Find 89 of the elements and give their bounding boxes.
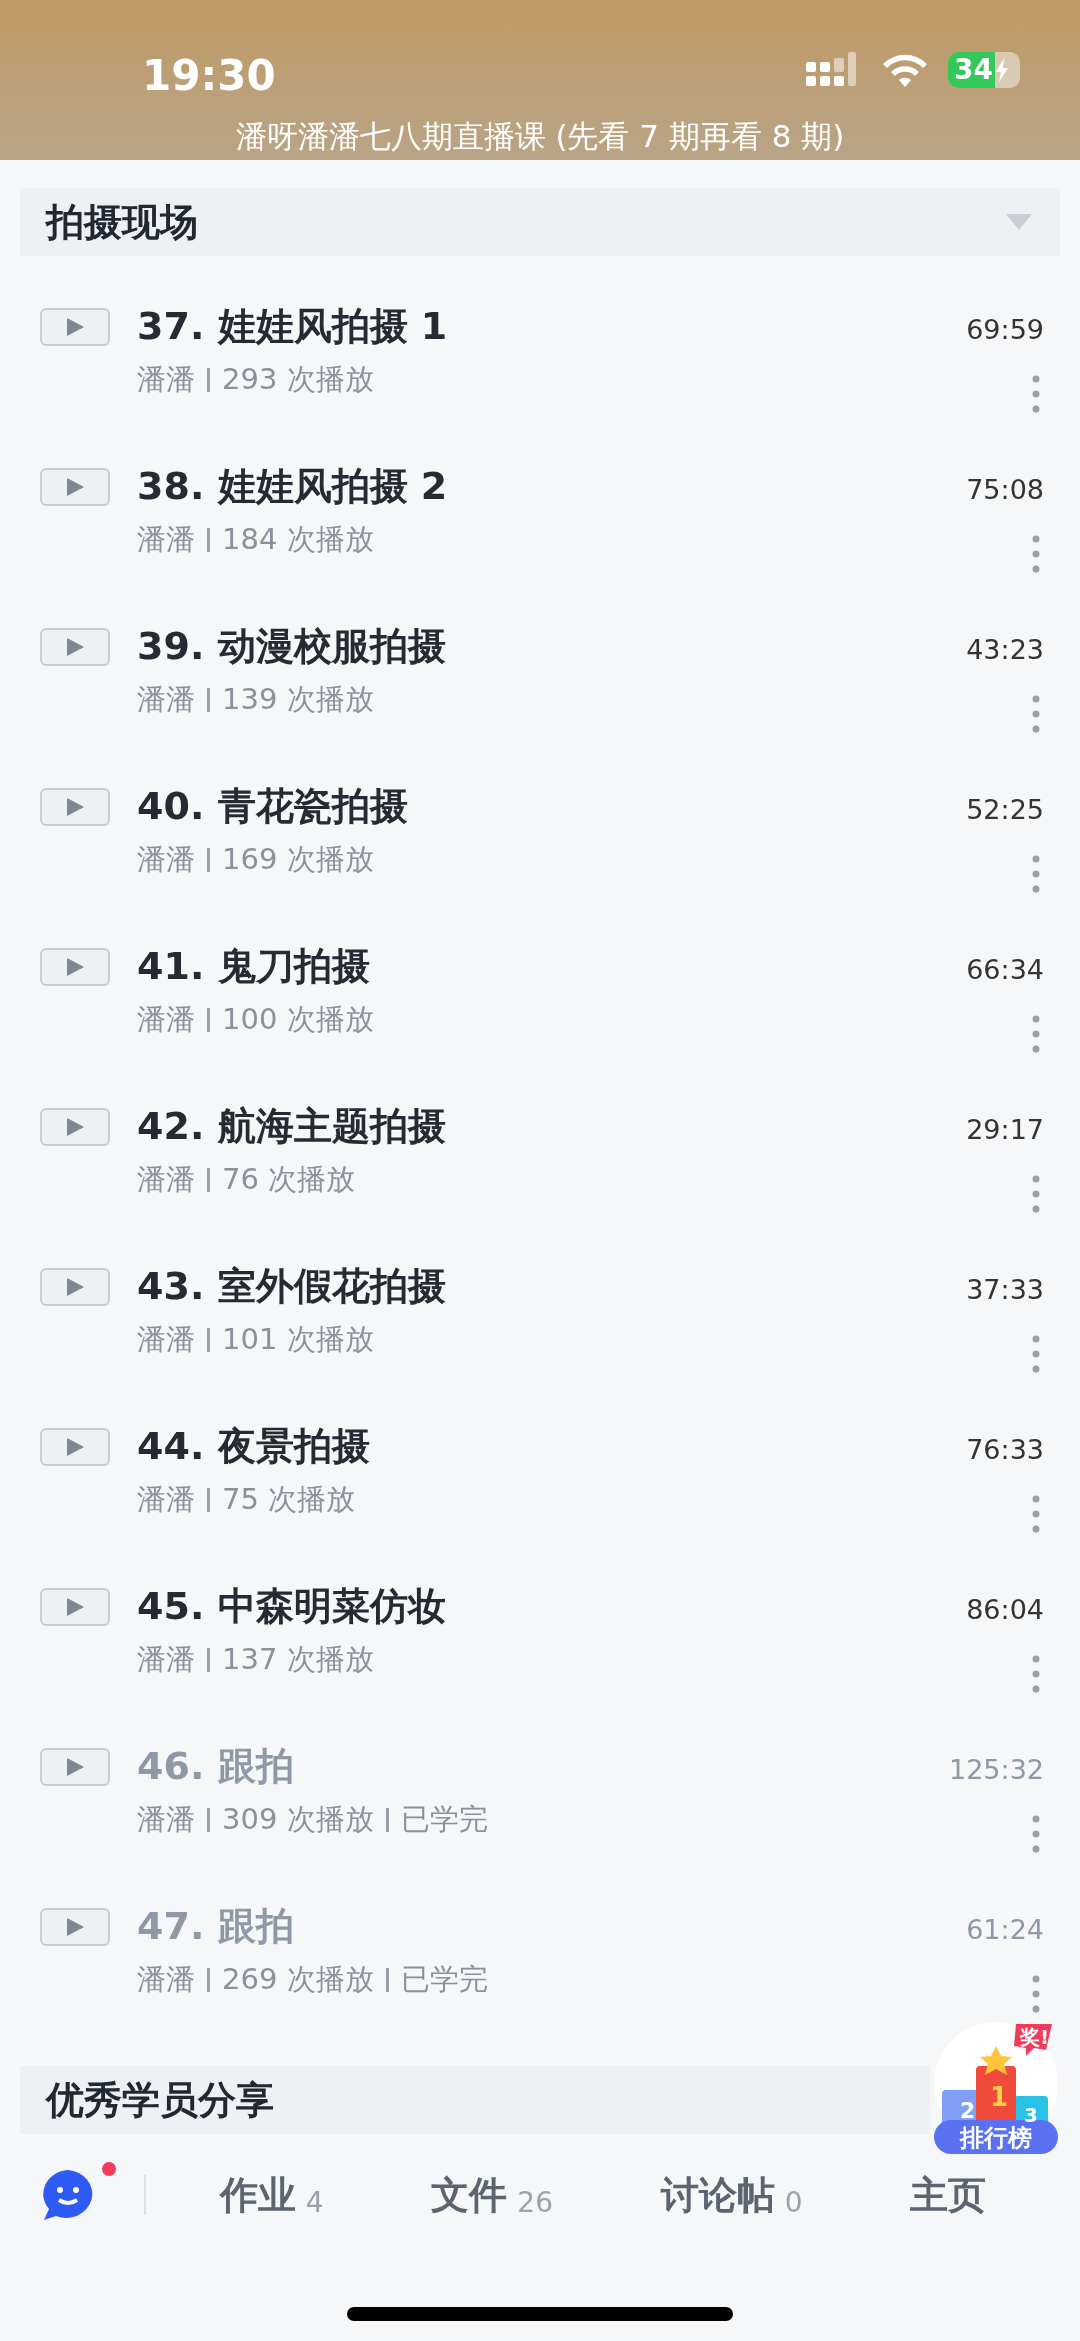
section-title: 优秀学员分享 <box>46 2076 274 2124</box>
lesson-title[interactable]: 44. 夜景拍摄 <box>137 1420 924 1472</box>
play-button[interactable] <box>40 1908 110 1946</box>
play-icon <box>64 796 86 818</box>
play-count: 137 次播放 <box>222 1641 374 1678</box>
lesson-duration: 61:24 <box>966 1913 1044 1947</box>
battery-indicator: 34 <box>948 52 1020 88</box>
more-icon[interactable] <box>1032 1974 1040 2013</box>
lesson-duration: 75:08 <box>966 473 1044 507</box>
lesson-title[interactable]: 42. 航海主题拍摄 <box>137 1100 924 1152</box>
lesson-author: 潘潘 <box>137 1321 195 1358</box>
play-count: 169 次播放 <box>222 841 374 878</box>
play-button[interactable] <box>40 1108 110 1146</box>
lesson-duration: 86:04 <box>966 1593 1044 1627</box>
lesson-author: 潘潘 <box>137 681 195 718</box>
lesson-title[interactable]: 39. 动漫校服拍摄 <box>137 620 924 672</box>
play-icon <box>64 1276 86 1298</box>
play-button[interactable] <box>40 1428 110 1466</box>
wifi-icon <box>882 53 928 87</box>
play-count: 309 次播放 <box>222 1801 374 1838</box>
play-button[interactable] <box>40 1268 110 1306</box>
play-icon <box>64 1756 86 1778</box>
more-icon[interactable] <box>1032 534 1040 573</box>
course-title: 潘呀潘潘七八期直播课 (先看 7 期再看 8 期) <box>234 117 846 156</box>
play-count: 269 次播放 <box>222 1961 374 1998</box>
more-icon[interactable] <box>1032 1814 1040 1853</box>
lesson-duration: 52:25 <box>966 793 1044 827</box>
bottom-tab[interactable]: 讨论帖 0 <box>660 2166 803 2224</box>
more-icon[interactable] <box>1032 854 1040 893</box>
play-icon <box>64 1916 86 1938</box>
lesson-title[interactable]: 37. 娃娃风拍摄 1 <box>137 300 924 352</box>
section-header[interactable]: 拍摄现场 <box>20 188 1060 256</box>
play-button[interactable] <box>40 628 110 666</box>
lesson-title[interactable]: 43. 室外假花拍摄 <box>137 1260 924 1312</box>
lesson-title[interactable]: 40. 青花瓷拍摄 <box>137 780 924 832</box>
more-icon[interactable] <box>1032 374 1040 413</box>
more-icon[interactable] <box>1032 694 1040 733</box>
play-icon <box>64 956 86 978</box>
play-count: 75 次播放 <box>222 1481 356 1518</box>
play-button[interactable] <box>40 1588 110 1626</box>
lesson-author: 潘潘 <box>137 1001 195 1038</box>
play-button[interactable] <box>40 468 110 506</box>
lesson-author: 潘潘 <box>137 1641 195 1678</box>
bottom-tab[interactable]: 主页 <box>910 2166 987 2224</box>
completion-status: 已学完 <box>400 1801 488 1838</box>
play-count: 100 次播放 <box>222 1001 374 1038</box>
play-count: 76 次播放 <box>222 1161 356 1198</box>
lesson-duration: 76:33 <box>966 1433 1044 1467</box>
lesson-author: 潘潘 <box>137 1161 195 1198</box>
more-icon[interactable] <box>1032 1334 1040 1373</box>
play-count: 139 次播放 <box>222 681 374 718</box>
play-icon <box>64 1596 86 1618</box>
play-button[interactable] <box>40 788 110 826</box>
completion-status: 已学完 <box>400 1961 488 1998</box>
lesson-duration: 69:59 <box>966 313 1044 347</box>
play-count: 184 次播放 <box>222 521 374 558</box>
section-header[interactable]: 优秀学员分享 <box>20 2066 930 2134</box>
bottom-tab[interactable]: 作业 4 <box>219 2166 324 2224</box>
play-icon <box>64 1436 86 1458</box>
lesson-duration: 29:17 <box>966 1113 1044 1147</box>
lesson-author: 潘潘 <box>137 1801 195 1838</box>
play-icon <box>64 476 86 498</box>
status-time: 19:30 <box>142 50 276 102</box>
lesson-author: 潘潘 <box>137 361 195 398</box>
lesson-duration: 66:34 <box>966 953 1044 987</box>
lesson-duration: 37:33 <box>966 1273 1044 1307</box>
lesson-author: 潘潘 <box>137 521 195 558</box>
lesson-author: 潘潘 <box>137 841 195 878</box>
lesson-title[interactable]: 45. 中森明菜仿妆 <box>137 1580 924 1632</box>
play-icon <box>64 636 86 658</box>
play-icon <box>64 316 86 338</box>
bottom-tab[interactable]: 文件 26 <box>431 2166 553 2224</box>
play-button[interactable] <box>40 1748 110 1786</box>
more-icon[interactable] <box>1032 1014 1040 1053</box>
play-button[interactable] <box>40 308 110 346</box>
play-button[interactable] <box>40 948 110 986</box>
play-count: 101 次播放 <box>222 1321 374 1358</box>
more-icon[interactable] <box>1032 1174 1040 1213</box>
lesson-author: 潘潘 <box>137 1961 195 1998</box>
more-icon[interactable] <box>1032 1494 1040 1533</box>
lesson-author: 潘潘 <box>137 1481 195 1518</box>
lesson-title[interactable]: 38. 娃娃风拍摄 2 <box>137 460 924 512</box>
section-title: 拍摄现场 <box>46 198 198 246</box>
more-icon[interactable] <box>1032 1654 1040 1693</box>
play-count: 293 次播放 <box>222 361 374 398</box>
lesson-title[interactable]: 41. 鬼刀拍摄 <box>137 940 924 992</box>
play-icon <box>64 1116 86 1138</box>
lesson-duration: 43:23 <box>966 633 1044 667</box>
lesson-duration: 125:32 <box>949 1753 1044 1787</box>
